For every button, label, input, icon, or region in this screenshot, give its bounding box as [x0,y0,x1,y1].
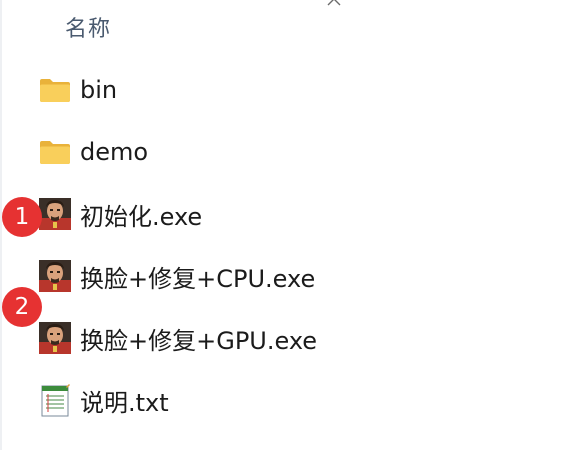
file-name: 初始化.exe [80,202,203,231]
file-row-cpu-exe[interactable]: 换脸+修复+CPU.exe [38,254,518,298]
file-row-bin[interactable]: bin [38,68,518,112]
folder-icon [38,73,72,107]
app-icon [38,197,72,231]
file-name: demo [80,138,149,166]
file-row-init-exe[interactable]: 初始化.exe [38,192,518,236]
file-row-readme-txt[interactable]: 说明.txt [38,378,518,422]
name-column-header[interactable]: 名称 [65,11,111,43]
step-badge-2: 2 [2,287,42,327]
file-explorer-pane: 名称 bin demo 初始化.exe 换脸+修复+CPU.exe 换脸+修复+… [0,0,567,450]
app-icon [38,321,72,355]
folder-icon [38,135,72,169]
notepad-icon [38,383,72,417]
file-name: 换脸+修复+CPU.exe [80,264,316,293]
step-badge-1: 1 [2,197,42,237]
file-row-demo[interactable]: demo [38,130,518,174]
pane-divider [0,0,2,450]
app-icon [38,259,72,293]
file-name: 换脸+修复+GPU.exe [80,326,318,355]
file-name: bin [80,76,118,104]
file-name: 说明.txt [80,388,169,417]
sort-chevron-icon[interactable] [326,0,342,8]
file-row-gpu-exe[interactable]: 换脸+修复+GPU.exe [38,316,518,360]
